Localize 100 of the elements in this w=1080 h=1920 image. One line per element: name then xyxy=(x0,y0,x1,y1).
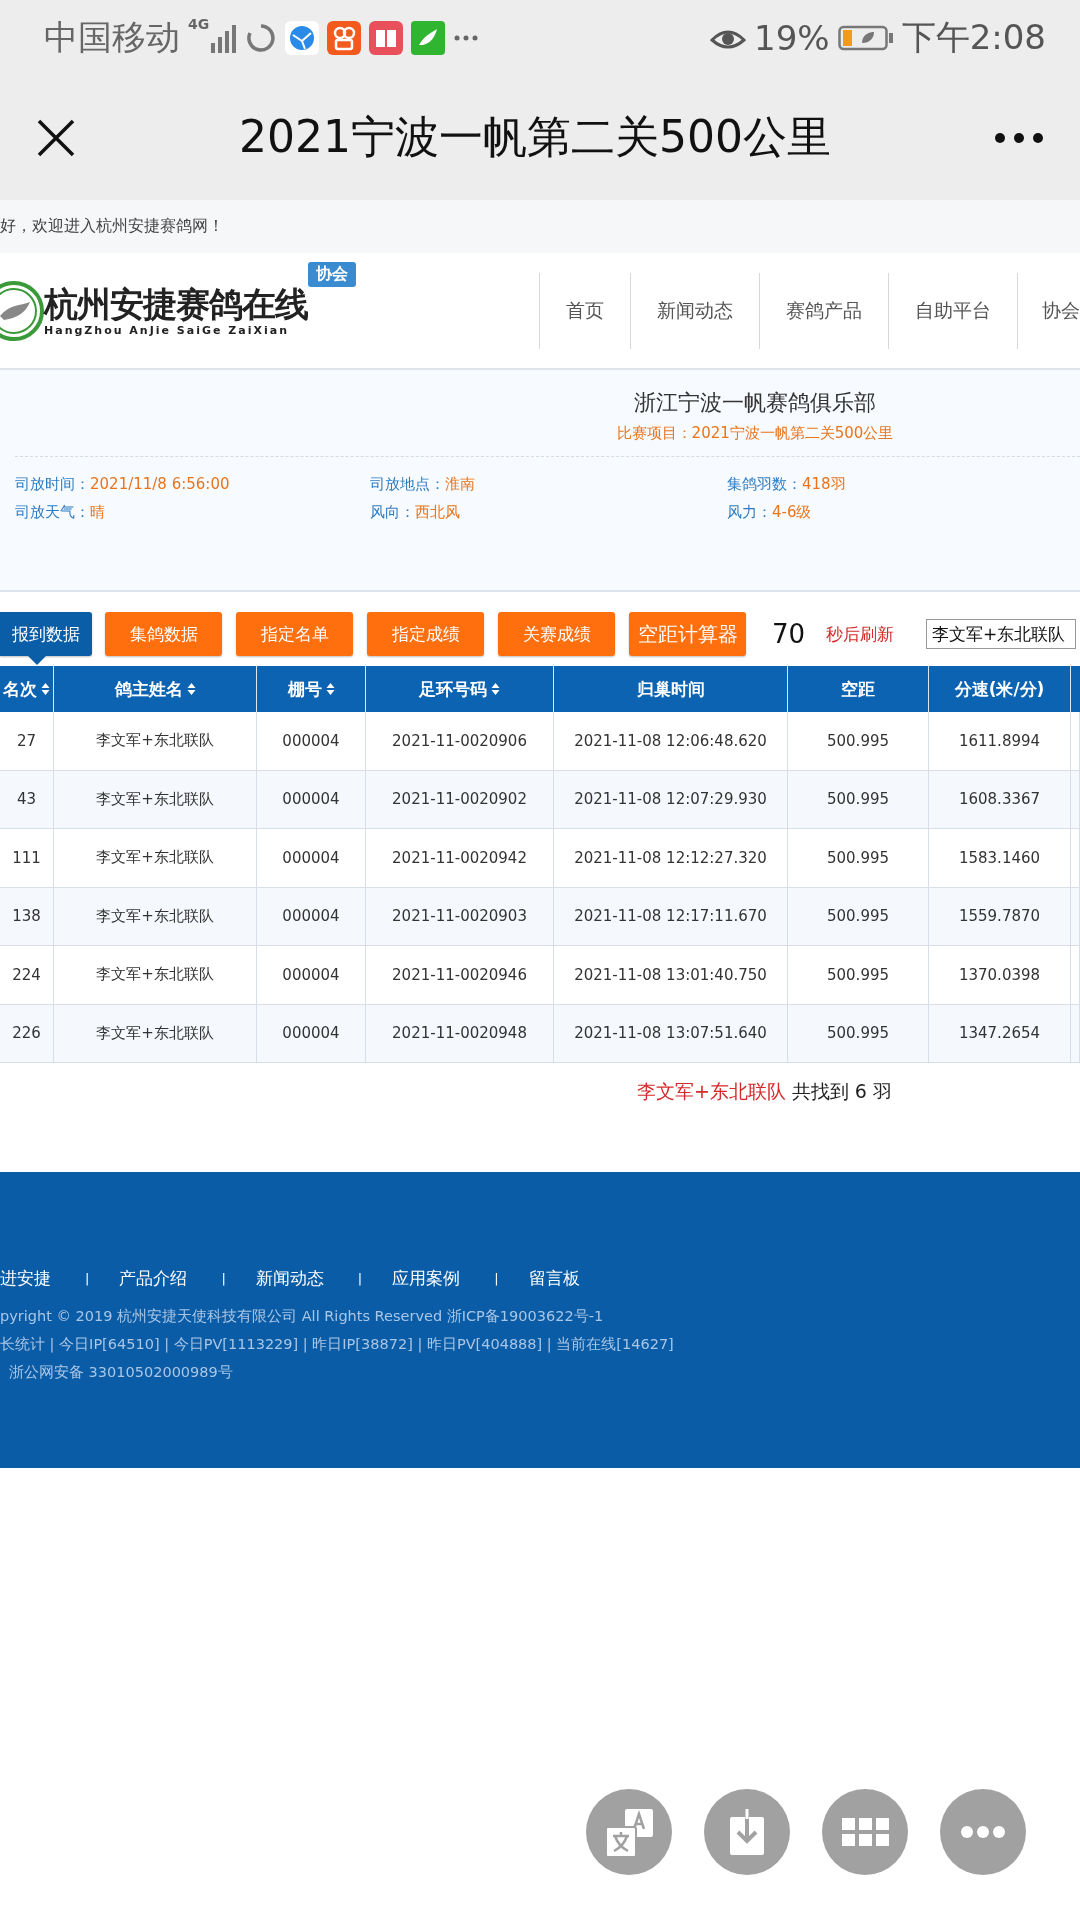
field-value: 4-6级 xyxy=(772,503,812,521)
column-header[interactable]: 分速(米/分) xyxy=(954,677,1045,701)
footer-link[interactable]: 进安捷 xyxy=(0,1267,51,1290)
search-field[interactable]: 李文军+东北联队 xyxy=(926,619,1076,649)
table-cell: 2021-11-08 12:06:48.620 xyxy=(574,731,767,750)
footer-link[interactable]: 新闻动态 xyxy=(255,1267,324,1290)
table-cell: 43 xyxy=(16,790,37,809)
data-tab[interactable]: 报到数据 xyxy=(0,612,92,656)
more-menu-icon[interactable] xyxy=(994,131,1044,144)
column-header[interactable]: 空距 xyxy=(841,677,875,701)
video-app-icon xyxy=(327,20,362,55)
footer-text: 长统计 | 今日IP[64510] | 今日PV[1113229] | 昨日IP[38872] | 昨日PV[404888] | 当前在线[14627] xyxy=(0,1335,675,1355)
table-cell: 138 xyxy=(12,907,41,926)
nav-link[interactable]: 赛鸽产品 xyxy=(759,272,888,349)
field-label: 司放地点： xyxy=(370,475,445,493)
table-cell: 000004 xyxy=(282,965,340,984)
table-cell: 2021-11-08 12:07:29.930 xyxy=(574,790,767,809)
search-query: 李文军+东北联队 xyxy=(636,1079,786,1104)
table-cell: 2021-11-0020946 xyxy=(392,965,527,984)
field-label: 司放时间： xyxy=(15,475,90,493)
column-header[interactable]: 足环号码 xyxy=(419,677,500,701)
table-cell: 李文军+东北联队 xyxy=(96,731,214,751)
nav-link[interactable]: 协会 xyxy=(1017,272,1080,349)
sort-icon[interactable] xyxy=(325,682,335,696)
sort-icon[interactable] xyxy=(491,682,500,696)
separator: | xyxy=(357,1271,363,1286)
association-badge: 协会 xyxy=(308,261,356,287)
logo-subtitle: HangZhou AnJie SaiGe ZaiXian xyxy=(44,324,290,337)
event-name: 比赛项目：2021宁波一帆第二关500公里 xyxy=(615,423,895,444)
table-cell: 500.995 xyxy=(827,731,889,750)
table-cell: 1583.1460 xyxy=(958,848,1041,867)
field-value: 西北风 xyxy=(415,503,460,521)
table-cell: 李文军+东北联队 xyxy=(96,906,214,926)
table-cell: 2021-11-0020948 xyxy=(392,1024,527,1043)
field-label: 集鸽羽数： xyxy=(727,475,802,493)
footer-text: 浙公网安备 33010502000989号 xyxy=(8,1363,234,1382)
battery-percent: 19% xyxy=(754,17,830,58)
table-cell: 500.995 xyxy=(827,1024,889,1043)
nav-link[interactable]: 自助平台 xyxy=(888,272,1017,349)
separator: | xyxy=(494,1271,499,1286)
footer-text: pyright © 2019 杭州安捷天使科技有限公司 All Rights Reserved 浙ICP备19003622号-1 xyxy=(0,1307,605,1326)
footer-link[interactable]: 留言板 xyxy=(528,1267,580,1290)
table-cell: 500.995 xyxy=(827,907,889,926)
table-cell: 2021-11-08 12:17:11.670 xyxy=(574,907,767,926)
clock-time: 下午2:08 xyxy=(901,15,1046,59)
footer-link[interactable]: 产品介绍 xyxy=(119,1267,188,1290)
table-cell: 2021-11-0020903 xyxy=(392,907,527,926)
translate-button[interactable] xyxy=(586,1789,672,1875)
table-cell: 224 xyxy=(12,965,41,984)
loading-icon xyxy=(245,21,278,54)
network-type: 4G xyxy=(188,16,210,32)
table-cell: 2021-11-08 13:01:40.750 xyxy=(574,965,767,984)
table-cell: 000004 xyxy=(282,731,340,750)
sort-icon[interactable] xyxy=(186,682,196,696)
table-cell: 1611.8994 xyxy=(958,731,1041,750)
field-value: 晴 xyxy=(90,503,105,521)
table-cell: 1370.0398 xyxy=(958,965,1041,984)
download-button[interactable] xyxy=(704,1789,790,1875)
table-cell: 李文军+东北联队 xyxy=(96,789,214,809)
table-cell: 500.995 xyxy=(827,848,889,867)
table-cell: 111 xyxy=(12,848,41,867)
table-cell: 000004 xyxy=(282,1024,340,1043)
table-cell: 500.995 xyxy=(827,965,889,984)
field-label: 风向： xyxy=(370,503,415,521)
table-cell: 1347.2654 xyxy=(958,1024,1041,1043)
table-cell: 500.995 xyxy=(827,790,889,809)
table-cell: 1608.3367 xyxy=(958,790,1041,809)
globe-app-icon xyxy=(285,20,320,55)
signal-icon xyxy=(211,22,238,53)
column-header[interactable]: 名次 xyxy=(3,677,50,701)
battery-icon xyxy=(837,23,894,52)
column-header[interactable]: 棚号 xyxy=(287,677,335,701)
refresh-label: 秒后刷新 xyxy=(826,622,894,646)
apps-grid-button[interactable] xyxy=(822,1789,908,1875)
logo-title: 杭州安捷赛鸽在线 xyxy=(44,284,308,324)
sort-icon[interactable] xyxy=(41,682,50,696)
table-cell: 1559.7870 xyxy=(958,907,1041,926)
more-icon xyxy=(453,33,480,42)
table-cell: 李文军+东北联队 xyxy=(96,965,214,985)
more-button[interactable] xyxy=(940,1789,1026,1875)
field-value: 淮南 xyxy=(445,475,475,493)
nav-link[interactable]: 首页 xyxy=(539,272,630,349)
footer-link[interactable]: 应用案例 xyxy=(392,1267,461,1290)
field-label: 司放天气： xyxy=(15,503,90,521)
close-icon[interactable] xyxy=(36,117,76,158)
column-header[interactable]: 鸽主姓名 xyxy=(114,677,196,701)
welcome-text: 好，欢迎进入杭州安捷赛鸽网！ xyxy=(0,216,224,237)
club-name: 浙江宁波一帆赛鸽俱乐部 xyxy=(633,389,877,417)
field-value: 418羽 xyxy=(802,475,846,493)
table-cell: 27 xyxy=(16,731,37,750)
table-cell: 226 xyxy=(12,1024,41,1043)
table-cell: 李文军+东北联队 xyxy=(96,848,214,868)
countdown-number: 70 xyxy=(772,619,807,649)
table-cell: 2021-11-0020902 xyxy=(392,790,527,809)
field-label: 风力： xyxy=(727,503,772,521)
field-value: 2021/11/8 6:56:00 xyxy=(90,475,230,493)
column-header[interactable]: 归巢时间 xyxy=(636,677,705,701)
nav-link[interactable]: 新闻动态 xyxy=(630,272,759,349)
result-count: 共找到 6 羽 xyxy=(791,1079,892,1104)
table-cell: 李文军+东北联队 xyxy=(96,1023,214,1043)
